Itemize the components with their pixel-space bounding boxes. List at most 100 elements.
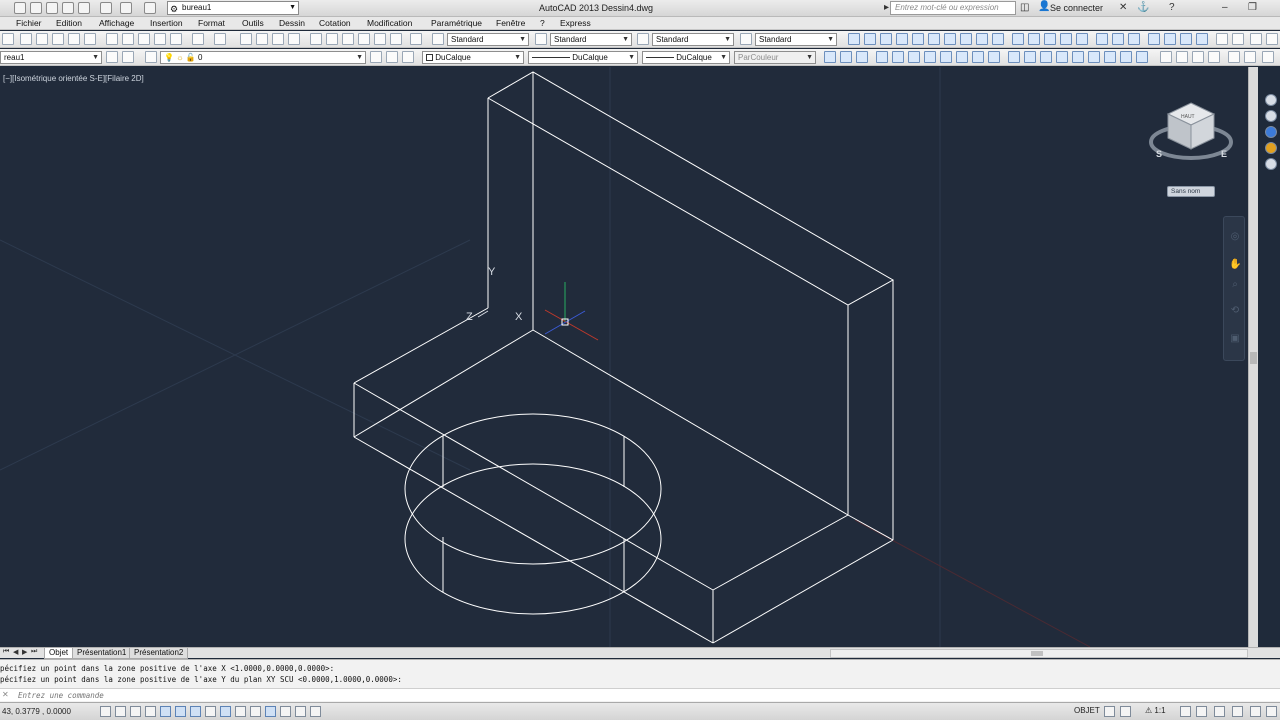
workspace-settings-icon[interactable] <box>106 51 118 63</box>
redo-icon[interactable] <box>144 2 156 14</box>
named-views-icon[interactable] <box>1244 51 1256 63</box>
polyline-icon[interactable] <box>880 33 892 45</box>
toolbar-grip-icon[interactable] <box>2 33 14 45</box>
ucs-3point-icon[interactable] <box>1136 51 1148 63</box>
quick-view-drawings-icon[interactable] <box>1120 706 1131 717</box>
workspace-select[interactable]: ⚙ bureau1 ▼ <box>167 1 299 15</box>
rectangle-icon[interactable] <box>912 33 924 45</box>
customize-icon[interactable] <box>122 51 134 63</box>
sign-in-link[interactable]: Se connecter <box>1050 3 1103 13</box>
scroll-thumb[interactable] <box>1031 651 1043 656</box>
search-input[interactable]: Entrez mot-clé ou expression <box>890 1 1016 15</box>
showmotion-icon[interactable]: ▣ <box>1229 333 1241 345</box>
offset-icon[interactable] <box>1060 33 1072 45</box>
ucs-icon[interactable] <box>1008 51 1020 63</box>
make-current-layer-icon[interactable] <box>370 51 382 63</box>
extend-icon[interactable] <box>1180 33 1192 45</box>
layer-state-icon[interactable] <box>1250 33 1262 45</box>
infer-constraints-icon[interactable] <box>100 706 111 717</box>
wireframe-geometry[interactable] <box>353 71 895 644</box>
quick-view-layouts-icon[interactable] <box>1104 706 1115 717</box>
layer-match-icon[interactable] <box>402 51 414 63</box>
menu-dessin[interactable]: Dessin <box>279 18 305 28</box>
view-right-icon[interactable] <box>924 51 936 63</box>
polar-tracking-icon[interactable] <box>160 706 171 717</box>
lineweight-icon[interactable] <box>250 706 261 717</box>
restore-window-icon[interactable]: ❐ <box>1248 2 1257 13</box>
zoom-realtime-icon[interactable] <box>256 33 268 45</box>
tab-presentation2[interactable]: Présentation2 <box>129 648 189 659</box>
mleader-style-select[interactable]: Standard ▼ <box>755 33 837 46</box>
revcloud-icon[interactable] <box>960 33 972 45</box>
autoscale-icon[interactable] <box>1196 706 1207 717</box>
base-edge[interactable] <box>847 514 894 541</box>
menu-express[interactable]: Express <box>560 18 591 28</box>
color-select[interactable]: DuCalque ▼ <box>422 51 524 64</box>
table-style-select[interactable]: Standard ▼ <box>652 33 734 46</box>
viewport-scale-icon[interactable] <box>1228 51 1240 63</box>
circle-icon[interactable] <box>944 33 956 45</box>
view-se-iso-icon[interactable] <box>988 51 1000 63</box>
viewport-dialog-icon[interactable] <box>1176 51 1188 63</box>
zoom-window-icon[interactable] <box>272 33 284 45</box>
ucs-previous-icon[interactable] <box>1040 51 1052 63</box>
menu-fenetre[interactable]: Fenêtre <box>496 18 525 28</box>
autodesk-360-icon[interactable]: ⚓ <box>1137 2 1149 13</box>
first-tab-icon[interactable]: ⏮ <box>3 648 9 656</box>
polygon-icon[interactable] <box>896 33 908 45</box>
view-front-icon[interactable] <box>940 51 952 63</box>
menu-help[interactable]: ? <box>540 18 545 28</box>
viewport-lock-icon[interactable] <box>1262 51 1274 63</box>
redo-icon[interactable] <box>214 33 226 45</box>
save-icon[interactable] <box>62 2 74 14</box>
workspace-switching-icon[interactable] <box>1214 706 1225 717</box>
steering-wheel-icon[interactable]: ◎ <box>1229 231 1241 243</box>
isolate-objects-icon[interactable] <box>1250 706 1261 717</box>
layer-previous-icon[interactable] <box>386 51 398 63</box>
sheet-set-icon[interactable] <box>358 33 370 45</box>
base-edge[interactable] <box>532 329 849 516</box>
visual-style-icon[interactable] <box>1265 158 1277 170</box>
selection-cycling-icon[interactable] <box>295 706 306 717</box>
copy-icon[interactable] <box>122 33 134 45</box>
help-icon[interactable] <box>410 33 422 45</box>
layer-iso-icon[interactable] <box>1232 33 1244 45</box>
annotation-monitor-icon[interactable] <box>310 706 321 717</box>
view-sw-iso-icon[interactable] <box>972 51 984 63</box>
break-icon[interactable] <box>1196 33 1208 45</box>
viewport-clip-icon[interactable] <box>1208 51 1220 63</box>
table-style-icon[interactable] <box>637 33 649 45</box>
orbit-icon[interactable]: ⟲ <box>1229 305 1241 317</box>
workspace-combo[interactable]: reau1 ▼ <box>0 51 102 64</box>
menu-format[interactable]: Format <box>198 18 225 28</box>
tab-presentation1[interactable]: Présentation1 <box>72 648 132 659</box>
tool-palettes-icon[interactable] <box>342 33 354 45</box>
line-icon[interactable] <box>848 33 860 45</box>
dynamic-ucs-icon[interactable] <box>220 706 231 717</box>
arc-icon[interactable] <box>928 33 940 45</box>
view-top-icon[interactable] <box>876 51 888 63</box>
minimize-window-icon[interactable]: – <box>1222 2 1228 13</box>
undo-icon[interactable] <box>120 2 132 14</box>
dim-style-select[interactable]: Standard ▼ <box>550 33 632 46</box>
scroll-thumb[interactable] <box>1250 352 1257 364</box>
save-icon[interactable] <box>52 33 64 45</box>
orbit-tool-icon[interactable] <box>1265 94 1277 106</box>
quickcalc-icon[interactable] <box>390 33 402 45</box>
vertical-scrollbar[interactable] <box>1248 67 1258 647</box>
drawing-viewport[interactable]: Y Z X [−][Isométrique orientée S-E][Fila… <box>0 67 1248 647</box>
material-icon[interactable] <box>1265 142 1277 154</box>
new-icon[interactable] <box>20 33 32 45</box>
help-icon[interactable]: ? <box>1169 2 1175 13</box>
ucs-menu[interactable]: Sans nom <box>1167 186 1215 197</box>
ortho-mode-icon[interactable] <box>145 706 156 717</box>
array-icon[interactable] <box>1076 33 1088 45</box>
ellipse-icon[interactable] <box>992 33 1004 45</box>
xline-icon[interactable] <box>864 33 876 45</box>
menu-parametrique[interactable]: Paramétrique <box>431 18 482 28</box>
object-snap-tracking-icon[interactable] <box>205 706 216 717</box>
layer-walk-icon[interactable] <box>1266 33 1278 45</box>
command-input[interactable] <box>18 690 618 700</box>
trim-icon[interactable] <box>1164 33 1176 45</box>
pan-hand-icon[interactable]: ✋ <box>1229 259 1241 271</box>
